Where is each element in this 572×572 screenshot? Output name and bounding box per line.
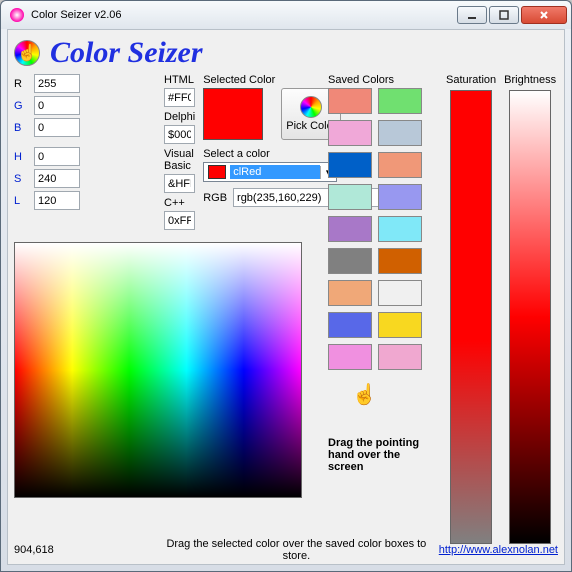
dropdown-value: clRed xyxy=(230,165,320,179)
saved-color-14[interactable] xyxy=(328,312,372,338)
hand-cursor-icon[interactable] xyxy=(14,40,40,66)
input-h[interactable] xyxy=(34,147,80,166)
footer-hint: Drag the selected color over the saved c… xyxy=(154,538,439,562)
input-g[interactable] xyxy=(34,96,80,115)
footer: 904,618 Drag the selected color over the… xyxy=(14,538,558,562)
saved-color-5[interactable] xyxy=(378,152,422,178)
label-l: L xyxy=(14,195,28,207)
window-title: Color Seizer v2.06 xyxy=(31,9,455,21)
window-buttons xyxy=(455,6,567,24)
saved-color-17[interactable] xyxy=(378,344,422,370)
output-vb[interactable] xyxy=(164,174,195,193)
app-title: Color Seizer xyxy=(50,36,203,70)
input-s[interactable] xyxy=(34,169,80,188)
saved-color-13[interactable] xyxy=(378,280,422,306)
top-row: R G B H S xyxy=(14,74,314,234)
label-s: S xyxy=(14,173,28,185)
label-saved: Saved Colors xyxy=(328,74,432,86)
color-dropdown[interactable]: clRed ▾ xyxy=(203,162,337,182)
label-vb: Visual Basic xyxy=(164,148,195,172)
saved-color-9[interactable] xyxy=(378,216,422,242)
titlebar: Color Seizer v2.06 xyxy=(1,1,571,29)
saved-color-16[interactable] xyxy=(328,344,372,370)
close-button[interactable] xyxy=(521,6,567,24)
label-h: H xyxy=(14,151,28,163)
minimize-button[interactable] xyxy=(457,6,487,24)
saved-color-10[interactable] xyxy=(328,248,372,274)
label-html: HTML xyxy=(164,74,195,86)
bars-column: Saturation Brightness xyxy=(446,74,556,544)
label-saturation: Saturation xyxy=(446,74,496,86)
saved-color-11[interactable] xyxy=(378,248,422,274)
label-delphi: Delphi xyxy=(164,111,195,123)
saturation-bar[interactable] xyxy=(450,90,492,544)
color-wheel-icon xyxy=(300,96,322,118)
dropdown-swatch xyxy=(208,165,226,179)
window: Color Seizer v2.06 Color Seizer R xyxy=(0,0,572,572)
output-html[interactable] xyxy=(164,88,195,107)
saved-color-6[interactable] xyxy=(328,184,372,210)
color-spectrum[interactable] xyxy=(14,242,302,498)
saved-color-0[interactable] xyxy=(328,88,372,114)
label-r: R xyxy=(14,78,28,90)
saved-color-12[interactable] xyxy=(328,280,372,306)
coords-readout: 904,618 xyxy=(14,544,154,556)
output-delphi[interactable] xyxy=(164,125,195,144)
website-link[interactable]: http://www.alexnolan.net xyxy=(439,544,558,556)
saved-color-2[interactable] xyxy=(328,120,372,146)
label-rgb: RGB xyxy=(203,192,227,204)
label-selected: Selected Color xyxy=(203,74,275,86)
input-r[interactable] xyxy=(34,74,80,93)
brightness-bar[interactable] xyxy=(509,90,551,544)
label-brightness: Brightness xyxy=(504,74,556,86)
saved-colors-grid xyxy=(328,88,432,370)
saved-colors-column: Saved Colors ☝ Drag the pointing hand ov… xyxy=(328,74,432,544)
saved-color-1[interactable] xyxy=(378,88,422,114)
input-l[interactable] xyxy=(34,191,80,210)
left-column: R G B H S xyxy=(14,74,314,544)
label-cpp: C++ xyxy=(164,197,195,209)
label-b: B xyxy=(14,122,28,134)
code-outputs: HTML Delphi Visual Basic C++ xyxy=(164,74,195,234)
maximize-button[interactable] xyxy=(489,6,519,24)
drag-hint: Drag the pointing hand over the screen xyxy=(328,437,432,473)
label-g: G xyxy=(14,100,28,112)
saved-color-8[interactable] xyxy=(328,216,372,242)
client-area: Color Seizer R G B xyxy=(7,29,565,565)
saved-color-15[interactable] xyxy=(378,312,422,338)
main-row: R G B H S xyxy=(14,74,558,544)
saved-color-3[interactable] xyxy=(378,120,422,146)
saved-color-4[interactable] xyxy=(328,152,372,178)
output-cpp[interactable] xyxy=(164,211,195,230)
input-b[interactable] xyxy=(34,118,80,137)
app-header: Color Seizer xyxy=(14,36,558,70)
saved-color-7[interactable] xyxy=(378,184,422,210)
app-icon xyxy=(9,7,25,23)
selected-color-swatch[interactable] xyxy=(203,88,263,140)
hand-cursor-icon: ☝ xyxy=(352,382,432,407)
